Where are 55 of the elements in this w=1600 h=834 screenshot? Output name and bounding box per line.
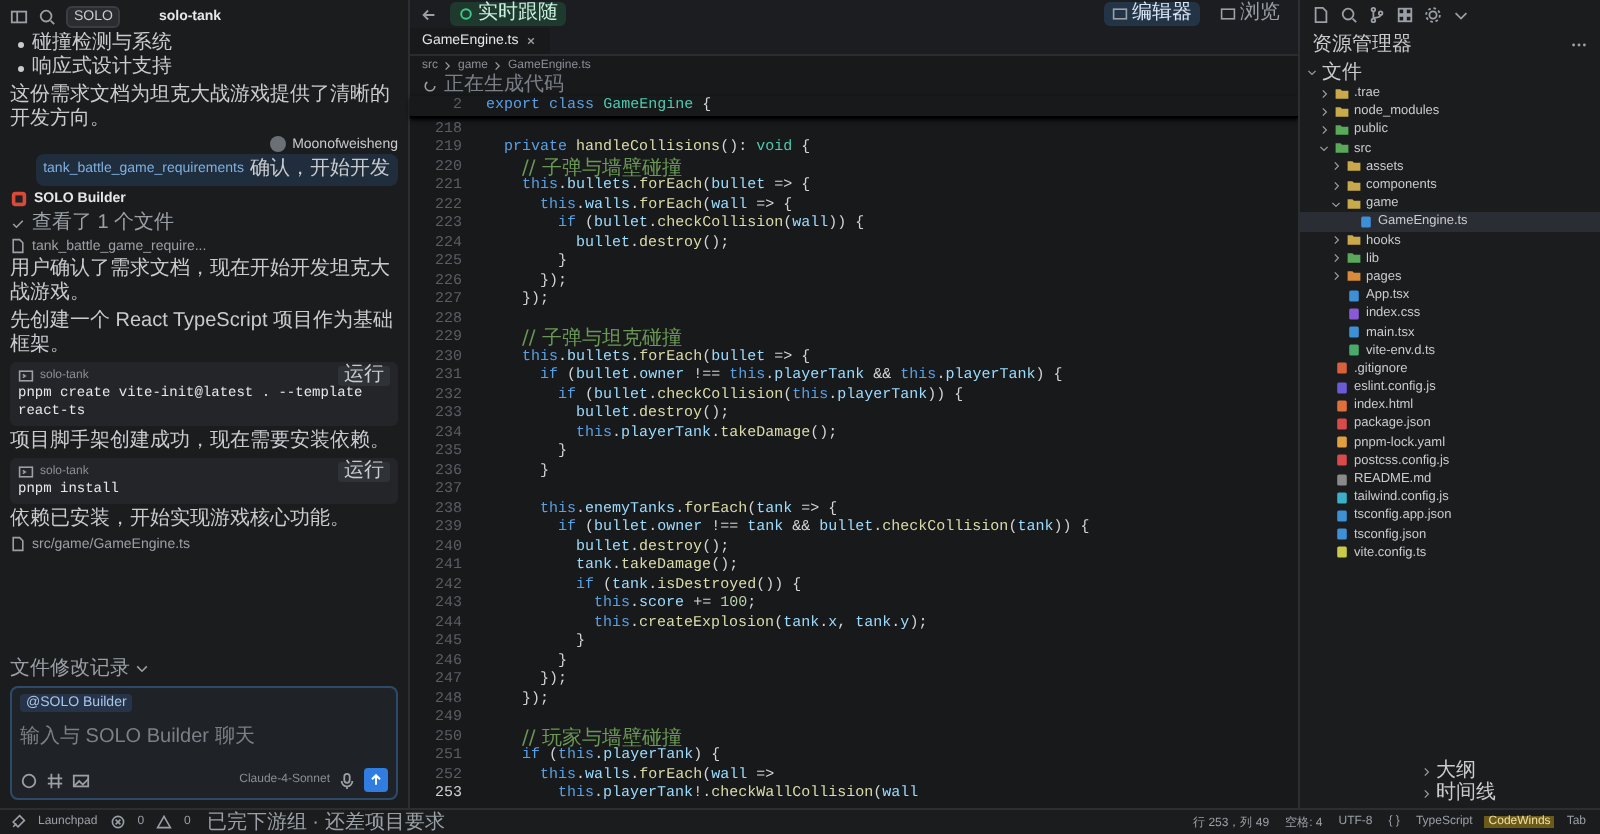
message-text: 先创建一个 React TypeScript 项目作为基础框架。 [10,310,396,358]
close-icon[interactable] [524,34,539,48]
agent-logo-icon [10,190,28,208]
sidebar-toggle-icon[interactable] [10,7,28,25]
files-icon[interactable] [1312,5,1330,23]
panel-toggle[interactable]: 大纲 [1436,760,1476,782]
back-arrow-icon[interactable] [420,5,438,23]
panel-toggle[interactable]: 时间线 [1436,782,1496,804]
terminal-icon [18,464,34,480]
file-history-toggle[interactable]: 文件修改记录 [10,654,130,682]
run-button[interactable]: 运行 [338,462,390,482]
code-line: // 子弹与坦克碰撞 [520,325,682,351]
spinner-icon [422,77,438,93]
branch-icon[interactable] [1368,5,1386,23]
code-window-icon [1112,6,1128,22]
message-text: 这份需求文档为坦克大战游戏提供了清晰的开发方向。 [10,84,392,132]
message-text: 用户确认了需求文档，现在开始开发坦克大战游戏。 [10,258,392,306]
check-icon [10,215,26,231]
avatar-icon [270,136,287,152]
status-text: 查看了 1 个文件 [32,212,175,234]
hash-icon[interactable] [46,771,64,789]
view-tab[interactable]: 浏览 [1212,2,1288,26]
image-icon[interactable] [72,771,90,789]
view-tab[interactable]: 编辑器 [1104,2,1200,26]
chevron-icon [492,59,505,71]
input-placeholder: 输入与 SOLO Builder 聊天 [20,723,257,752]
follow-toggle[interactable]: 实时跟随 [450,2,566,26]
bullet-icon [18,65,24,71]
search-icon[interactable] [1340,5,1358,23]
microphone-icon[interactable] [338,771,356,789]
code-line: // 子弹与墙壁碰撞 [520,155,682,180]
send-button[interactable] [364,768,388,792]
file-icon [10,238,26,254]
caret-icon [134,660,150,676]
message-text: 确认，开始开发 [250,158,390,182]
gear-icon[interactable] [1424,5,1442,23]
message-text: 项目脚手架创建成功，现在需要安装依赖。 [10,430,392,454]
browser-icon [1220,6,1236,22]
warning-icon [156,814,173,830]
run-button[interactable]: 运行 [338,366,390,386]
bullet-icon [18,41,24,47]
message-text: 依赖已安装，开始实现游戏核心功能。 [10,508,352,532]
panel-title: 资源管理器 [1312,32,1412,58]
grid-icon[interactable] [1396,5,1414,23]
bullet-item: 响应式设计支持 [32,56,172,80]
terminal-icon [18,368,34,384]
error-icon [109,814,126,830]
search-icon[interactable] [38,7,56,25]
generating-status: 正在生成代码 [444,74,564,96]
chevron-icon [442,59,454,71]
send-icon [368,772,384,788]
status-message: 已完下游组 · 还差项目要求 [204,809,447,834]
tree-item[interactable]: 文件 [1300,60,1600,84]
code-line: // 玩家与墙壁碰撞 [520,725,682,750]
file-icon [10,536,26,552]
